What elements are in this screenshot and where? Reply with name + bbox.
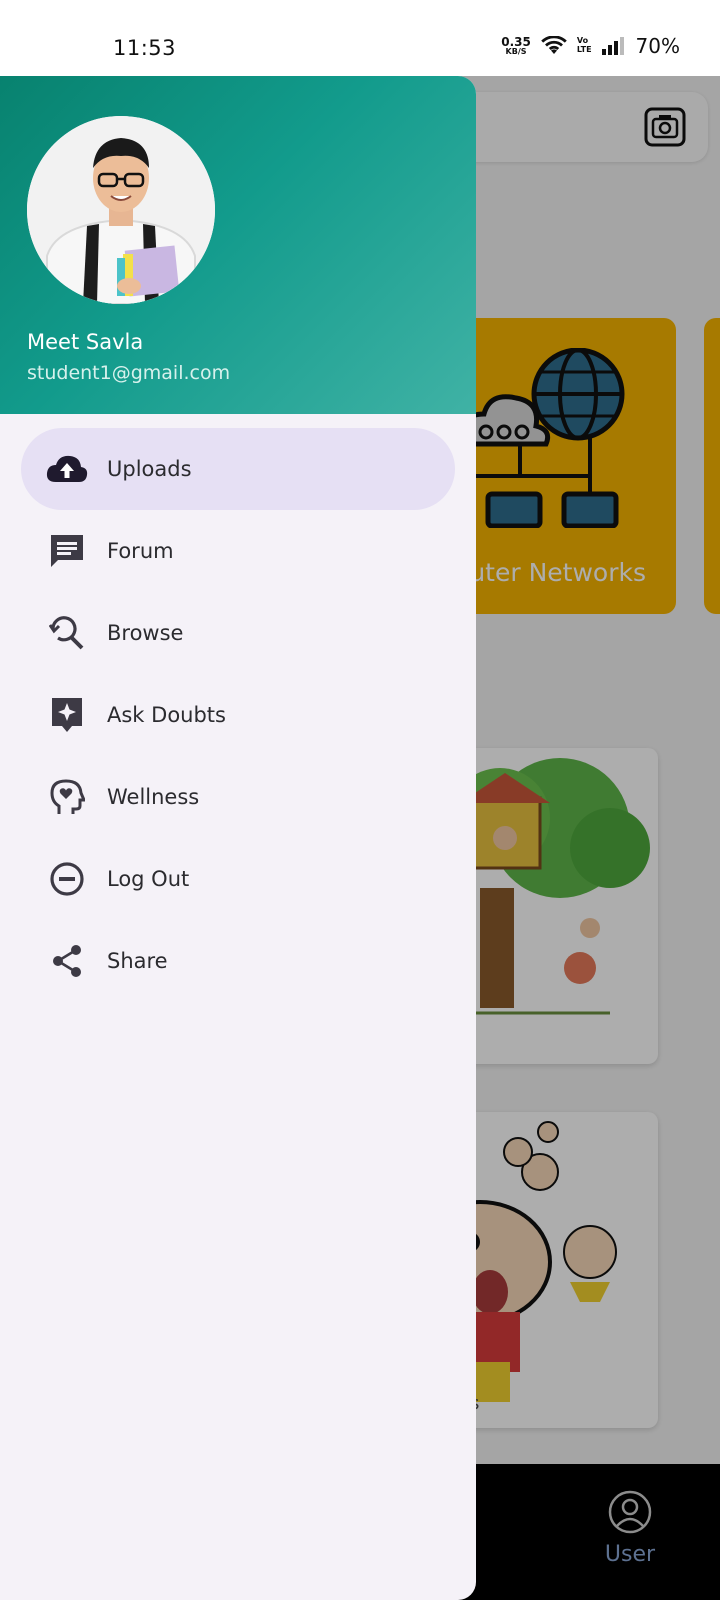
profile-photo <box>27 116 215 304</box>
user-name: Meet Savla <box>27 330 144 354</box>
drawer-item-uploads[interactable]: Uploads <box>21 428 455 510</box>
drawer-item-label: Share <box>107 949 168 973</box>
wifi-icon <box>541 36 567 54</box>
status-bar: 11:53 0.35 KB/S Vo LTE 70% <box>0 0 720 76</box>
drawer-header: Meet Savla student1@gmail.com <box>0 76 476 414</box>
network-speed-unit: KB/S <box>505 47 527 56</box>
drawer-item-share[interactable]: Share <box>21 920 455 1002</box>
drawer-item-forum[interactable]: Forum <box>21 510 455 592</box>
navigation-drawer: Meet Savla student1@gmail.com Uploads Fo… <box>0 76 476 1600</box>
drawer-item-wellness[interactable]: Wellness <box>21 756 455 838</box>
cloud-upload-icon <box>45 447 89 491</box>
minus-circle-icon <box>45 857 89 901</box>
signal-icon <box>601 37 624 55</box>
drawer-item-label: Ask Doubts <box>107 703 226 727</box>
drawer-item-label: Browse <box>107 621 184 645</box>
drawer-item-ask-doubts[interactable]: Ask Doubts <box>21 674 455 756</box>
drawer-item-browse[interactable]: Browse <box>21 592 455 674</box>
forum-icon <box>45 529 89 573</box>
share-icon <box>45 939 89 983</box>
search-history-icon <box>45 611 89 655</box>
status-time: 11:53 <box>113 36 177 60</box>
ask-sparkle-icon <box>45 693 89 737</box>
avatar[interactable] <box>27 116 215 304</box>
drawer-menu: Uploads Forum Browse Ask Doubts Wellness… <box>0 428 476 1002</box>
drawer-item-label: Log Out <box>107 867 190 891</box>
battery-level: 70% <box>635 34 680 58</box>
drawer-item-log-out[interactable]: Log Out <box>21 838 455 920</box>
volte-bottom: LTE <box>576 45 592 54</box>
drawer-item-label: Wellness <box>107 785 200 809</box>
drawer-item-label: Forum <box>107 539 174 563</box>
drawer-item-label: Uploads <box>107 457 192 481</box>
volte-indicator: Vo LTE <box>576 36 592 55</box>
network-speed: 0.35 KB/S <box>501 36 531 56</box>
status-icons: 0.35 KB/S Vo LTE 70% <box>501 34 680 58</box>
head-heart-icon <box>45 775 89 819</box>
user-email: student1@gmail.com <box>27 362 231 384</box>
